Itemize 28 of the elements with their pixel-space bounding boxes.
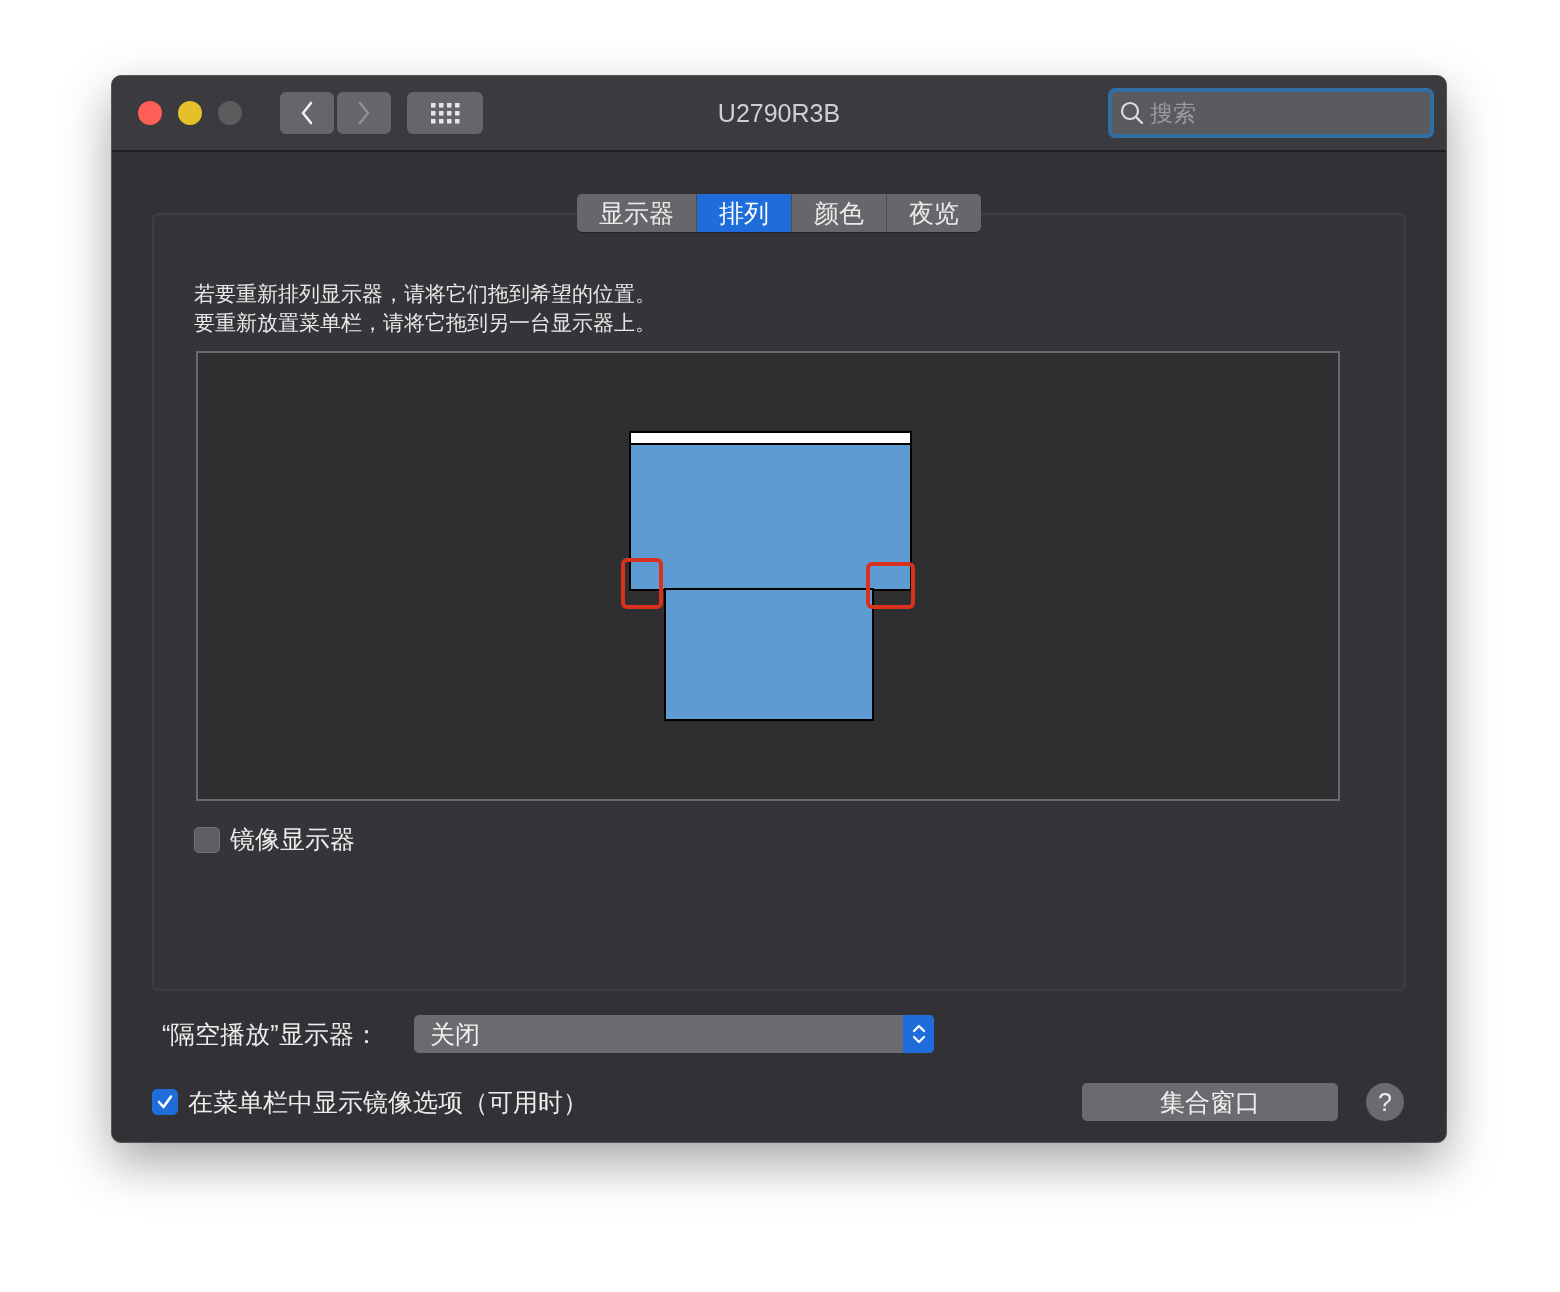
instruction-text: 若要重新排列显示器，请将它们拖到希望的位置。	[194, 281, 657, 307]
checkbox-label: 镜像显示器	[230, 824, 355, 855]
show-all-button[interactable]	[407, 92, 483, 134]
checkbox[interactable]	[152, 1089, 178, 1115]
grid-icon	[430, 102, 460, 124]
checkbox[interactable]	[194, 826, 220, 853]
gather-windows-button[interactable]: 集合窗口	[1082, 1083, 1338, 1121]
back-button[interactable]	[280, 92, 334, 134]
highlight-frame	[866, 562, 915, 609]
chevron-left-icon	[300, 101, 314, 125]
tab[interactable]: 排列	[696, 194, 791, 232]
display-rectangle[interactable]	[629, 431, 912, 591]
minimize-button[interactable]	[178, 101, 202, 125]
up-down-chevron-icon	[910, 1022, 927, 1046]
tab[interactable]: 显示器	[577, 194, 696, 232]
window-title: U2790R3B	[716, 98, 842, 128]
airplay-dropdown[interactable]: 关闭	[414, 1015, 934, 1053]
checkbox-label: 在菜单栏中显示镜像选项（可用时）	[188, 1086, 588, 1118]
search-field[interactable]: 搜索	[1108, 88, 1434, 138]
chevron-right-icon	[357, 101, 371, 125]
airplay-label: “隔空播放”显示器：	[162, 1018, 380, 1050]
checkmark-icon	[156, 1093, 174, 1111]
menu-bar-strip[interactable]	[631, 433, 910, 445]
instruction-text: 要重新放置菜单栏，请将它拖到另一台显示器上。	[194, 310, 657, 336]
close-button[interactable]	[138, 101, 162, 125]
help-button[interactable]: ?	[1366, 1083, 1404, 1121]
display-rectangle[interactable]	[664, 588, 874, 721]
highlight-frame	[621, 558, 663, 609]
